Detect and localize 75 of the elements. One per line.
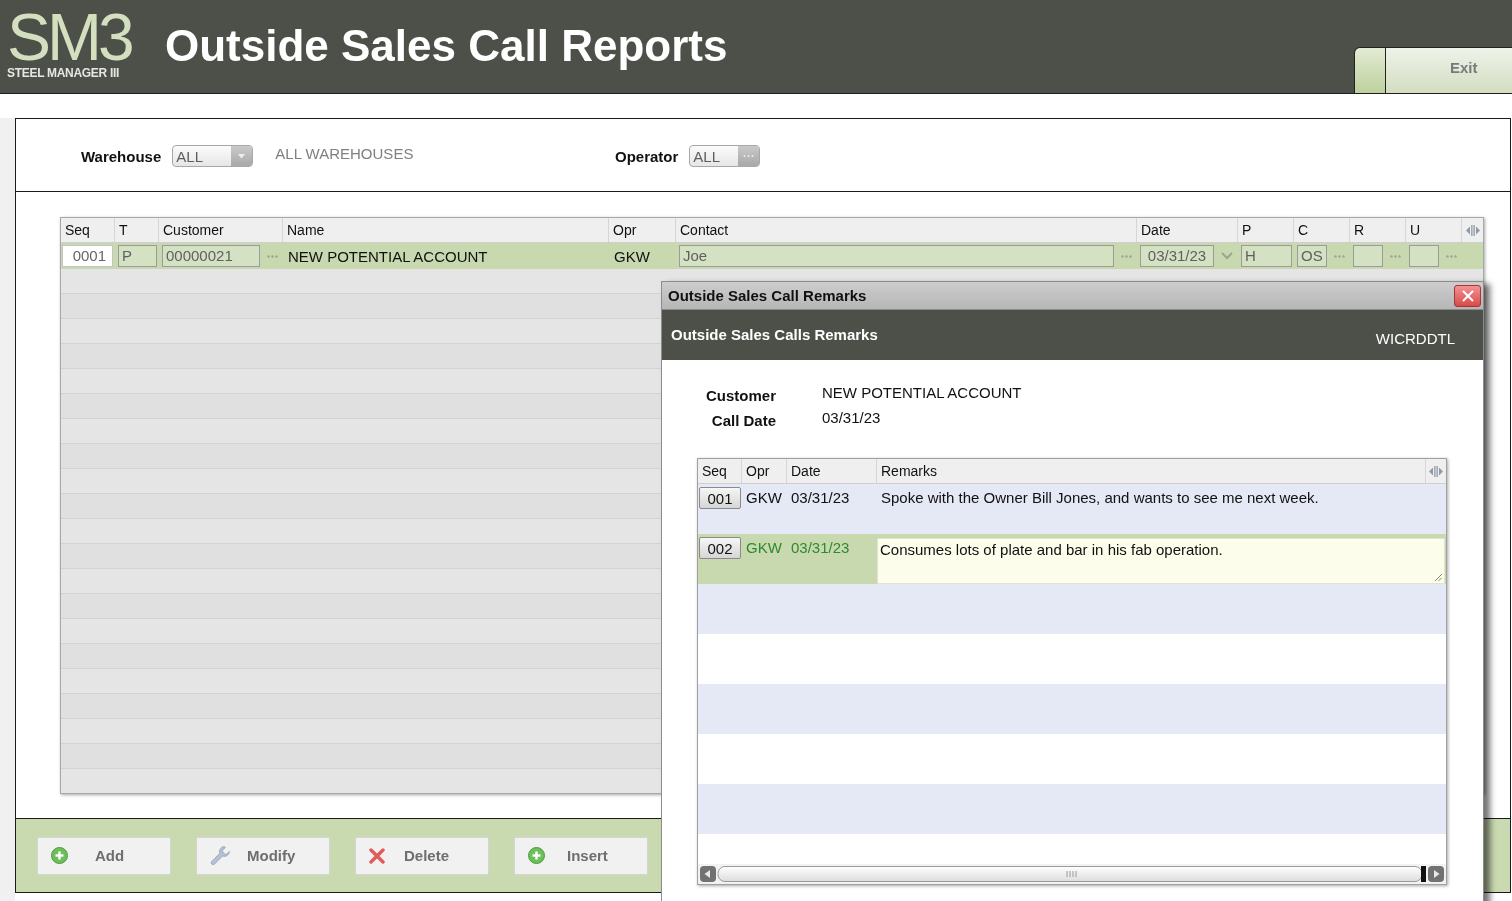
field-value: 03/31/23 xyxy=(822,408,881,428)
ellipsis-icon[interactable] xyxy=(1334,254,1345,258)
table-cell-text: Spoke with the Owner Bill Jones, and wants to see me next week. xyxy=(880,488,1319,506)
input-field[interactable]: H xyxy=(1241,245,1292,267)
screen-code: WICRDDTL xyxy=(1375,330,1455,347)
input-field[interactable]: OS xyxy=(1297,245,1327,267)
plus-circle-icon xyxy=(528,847,545,864)
table-row[interactable]: 0001 P 00000021 NEW POTENTIAL ACCOUNT GKW Joe 03/31/23 H OS xyxy=(61,243,1483,269)
close-icon xyxy=(1461,289,1474,302)
field-value: NEW POTENTIAL ACCOUNT xyxy=(822,383,1022,403)
table-cell-text: GKW xyxy=(613,247,650,265)
column-header[interactable]: Remarks xyxy=(877,459,1426,483)
filter-label: Operator xyxy=(615,147,679,165)
remarks-input[interactable]: Consumes lots of plate and bar in his fab operation. xyxy=(877,538,1445,584)
cross-icon xyxy=(369,847,385,864)
input-field[interactable]: Joe xyxy=(679,245,1114,267)
resize-grip-icon[interactable] xyxy=(1435,574,1442,581)
date-field[interactable]: 03/31/23 xyxy=(1140,245,1214,267)
column-header[interactable]: P xyxy=(1238,218,1294,242)
column-header[interactable]: Seq xyxy=(698,459,742,483)
field-label: Customer xyxy=(706,386,776,405)
insert-button[interactable]: Insert xyxy=(514,836,648,875)
column-header[interactable]: Opr xyxy=(742,459,787,483)
logo-mark: SM3 xyxy=(7,10,131,64)
modify-button[interactable]: Modify xyxy=(196,836,330,875)
input-field[interactable]: 00000021 xyxy=(162,245,260,267)
ellipsis-icon[interactable] xyxy=(1446,254,1457,258)
column-header[interactable]: Seq xyxy=(61,218,115,242)
column-header[interactable]: Contact xyxy=(676,218,1137,242)
input-field[interactable] xyxy=(1409,245,1439,267)
caret-down-icon[interactable] xyxy=(231,146,253,166)
dropdown-field[interactable]: ALL xyxy=(172,145,254,167)
lookup-field[interactable]: ALL xyxy=(689,145,761,167)
input-field[interactable]: P xyxy=(118,245,157,267)
tab-handle[interactable] xyxy=(1354,47,1386,93)
wrench-icon xyxy=(210,845,231,866)
row-number-button[interactable]: 001 xyxy=(699,487,741,509)
ellipsis-icon[interactable] xyxy=(267,254,278,258)
table-cell-text: GKW xyxy=(745,538,782,556)
column-header[interactable]: Date xyxy=(1137,218,1238,242)
table-cell-text: GKW xyxy=(745,488,782,506)
column-header[interactable]: C xyxy=(1294,218,1350,242)
ellipsis-icon[interactable] xyxy=(1121,254,1132,258)
add-button[interactable]: Add xyxy=(37,836,171,875)
table-cell-text: 03/31/23 xyxy=(790,488,850,506)
horizontal-scrollbar[interactable] xyxy=(698,864,1446,884)
input-field[interactable] xyxy=(1353,245,1383,267)
plus-circle-icon xyxy=(51,847,68,864)
column-header[interactable]: Opr xyxy=(609,218,676,242)
table-row[interactable]: 001 GKW 03/31/23 Spoke with the Owner Bill Jones, and wants to see me next week. xyxy=(698,484,1446,534)
filter-description: ALL WAREHOUSES xyxy=(275,144,414,162)
chevron-down-icon[interactable] xyxy=(1221,252,1233,260)
column-header[interactable]: Customer xyxy=(159,218,283,242)
delete-button[interactable]: Delete xyxy=(355,836,489,875)
ellipsis-icon[interactable] xyxy=(738,146,760,166)
page-title: Outside Sales Call Reports xyxy=(165,20,728,72)
close-button[interactable] xyxy=(1454,284,1481,307)
column-header[interactable]: R xyxy=(1350,218,1406,242)
column-resize-icon[interactable] xyxy=(1465,224,1480,236)
table-cell-text: NEW POTENTIAL ACCOUNT xyxy=(287,247,488,265)
column-header[interactable]: T xyxy=(115,218,159,242)
column-header[interactable]: U xyxy=(1406,218,1462,242)
row-number-button[interactable]: 002 xyxy=(699,537,741,559)
logo-subtitle: STEEL MANAGER III xyxy=(7,66,120,80)
column-resize-icon[interactable] xyxy=(1429,465,1443,477)
table-cell-text: 03/31/23 xyxy=(790,538,850,556)
dialog-title: Outside Sales Call Remarks xyxy=(668,287,867,304)
field-label: Call Date xyxy=(711,411,776,430)
input-field[interactable]: 0001 xyxy=(62,245,113,267)
table-row[interactable]: 002 GKW 03/31/23 Consumes lots of plate and bar in his fab operation. xyxy=(698,534,1446,584)
column-header[interactable]: Date xyxy=(787,459,877,483)
ellipsis-icon[interactable] xyxy=(1390,254,1401,258)
filter-label: Warehouse xyxy=(81,147,162,165)
column-header[interactable]: Name xyxy=(283,218,609,242)
dialog-heading: Outside Sales Calls Remarks xyxy=(671,325,878,343)
